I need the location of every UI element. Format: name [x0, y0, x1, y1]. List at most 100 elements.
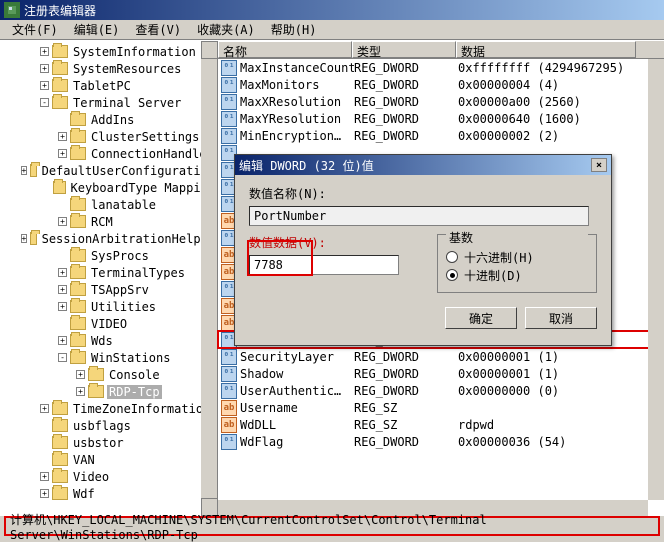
expand-icon[interactable]: + — [58, 268, 67, 277]
reg-sz-icon: ab — [221, 400, 237, 416]
reg-dword-icon: ⁰¹ — [221, 128, 237, 144]
expand-icon[interactable]: + — [40, 47, 49, 56]
list-header: 名称 类型 数据 — [218, 41, 664, 59]
cell-type: REG_DWORD — [354, 78, 458, 92]
tree-label: SystemResources — [71, 62, 183, 76]
cell-type: REG_SZ — [354, 418, 458, 432]
tree-item[interactable]: SysProcs — [4, 247, 217, 264]
list-row[interactable]: abWdDLLREG_SZrdpwd — [218, 416, 664, 433]
tree-item[interactable]: usbstor — [4, 434, 217, 451]
tree-item[interactable]: +Utilities — [4, 298, 217, 315]
expand-icon[interactable]: + — [40, 64, 49, 73]
list-row[interactable]: ⁰¹MaxInstanceCountREG_DWORD0xffffffff (4… — [218, 59, 664, 76]
expand-icon[interactable]: + — [40, 81, 49, 90]
tree-item[interactable]: + RCM — [4, 213, 217, 230]
menu-view[interactable]: 查看(V) — [127, 19, 189, 40]
tree-item[interactable]: +Console — [4, 366, 217, 383]
tree-item[interactable]: +Wds — [4, 332, 217, 349]
tree-item[interactable]: + SystemResources — [4, 60, 217, 77]
folder-icon — [52, 453, 68, 466]
list-row[interactable]: ⁰¹MaxMonitorsREG_DWORD0x00000004 (4) — [218, 76, 664, 93]
regedit-icon — [4, 2, 20, 18]
tree-item[interactable]: + TimeZoneInformation — [4, 400, 217, 417]
tree-item[interactable]: usbflags — [4, 417, 217, 434]
menu-file[interactable]: 文件(F) — [4, 19, 66, 40]
tree-label: Video — [71, 470, 111, 484]
window-titlebar: 注册表编辑器 — [0, 0, 664, 20]
tree-item[interactable]: AddIns — [4, 111, 217, 128]
menu-favorites[interactable]: 收藏夹(A) — [189, 19, 263, 40]
statusbar: 计算机\HKEY_LOCAL_MACHINE\SYSTEM\CurrentCon… — [4, 516, 660, 536]
tree-item[interactable]: VIDEO — [4, 315, 217, 332]
expand-icon[interactable]: + — [76, 387, 85, 396]
folder-icon — [70, 334, 86, 347]
col-header-name[interactable]: 名称 — [218, 41, 352, 58]
expand-icon[interactable]: + — [21, 166, 28, 175]
expand-icon[interactable]: + — [21, 234, 28, 243]
expand-icon[interactable]: + — [40, 472, 49, 481]
expand-icon[interactable]: + — [58, 149, 67, 158]
list-row[interactable]: ⁰¹MinEncryption…REG_DWORD0x00000002 (2) — [218, 127, 664, 144]
tree-label: TimeZoneInformation — [71, 402, 212, 416]
list-scrollbar-v[interactable] — [648, 59, 664, 500]
list-row[interactable]: ⁰¹SecurityLayerREG_DWORD0x00000001 (1) — [218, 348, 664, 365]
tree-item[interactable]: +ClusterSettings — [4, 128, 217, 145]
expand-icon[interactable]: + — [58, 302, 67, 311]
tree-item[interactable]: -Terminal Server — [4, 94, 217, 111]
expand-icon[interactable]: + — [58, 217, 67, 226]
tree-item[interactable]: -WinStations — [4, 349, 217, 366]
cancel-button[interactable]: 取消 — [525, 307, 597, 329]
expand-icon[interactable]: - — [40, 98, 49, 107]
menu-help[interactable]: 帮助(H) — [263, 19, 325, 40]
radix-hex-option[interactable]: 十六进制(H) — [446, 248, 588, 266]
col-header-data[interactable]: 数据 — [456, 41, 636, 58]
list-row[interactable]: ⁰¹MaxXResolutionREG_DWORD0x00000a00 (256… — [218, 93, 664, 110]
list-row[interactable]: ⁰¹WdFlagREG_DWORD0x00000036 (54) — [218, 433, 664, 450]
tree-item[interactable]: +ConnectionHandler — [4, 145, 217, 162]
list-row[interactable]: ⁰¹ShadowREG_DWORD0x00000001 (1) — [218, 365, 664, 382]
list-row[interactable]: ⁰¹UserAuthentic…REG_DWORD0x00000000 (0) — [218, 382, 664, 399]
tree-item[interactable]: +TabletPC — [4, 77, 217, 94]
tree-item[interactable]: KeyboardType Mapping — [4, 179, 217, 196]
tree-label: RCM — [89, 215, 115, 229]
cell-name: MaxXResolution — [240, 95, 354, 109]
tree-item[interactable]: +TerminalTypes — [4, 264, 217, 281]
tree-item[interactable]: VAN — [4, 451, 217, 468]
tree-label: SysProcs — [89, 249, 151, 263]
ok-button[interactable]: 确定 — [445, 307, 517, 329]
radix-dec-option[interactable]: 十进制(D) — [446, 266, 588, 284]
tree-item[interactable]: + Video — [4, 468, 217, 485]
cell-data: 0x00000001 (1) — [458, 350, 664, 364]
expand-icon[interactable]: - — [58, 353, 67, 362]
folder-icon — [70, 198, 86, 211]
menu-edit[interactable]: 编辑(E) — [66, 19, 128, 40]
expand-icon[interactable]: + — [40, 489, 49, 498]
tree-panel: +SystemInformation+SystemResources+Table… — [0, 41, 218, 516]
expand-icon[interactable]: + — [40, 404, 49, 413]
reg-sz-icon: ab — [221, 417, 237, 433]
tree-label: RDP-Tcp — [107, 385, 162, 399]
col-header-type[interactable]: 类型 — [352, 41, 456, 58]
folder-icon — [70, 266, 86, 279]
expand-icon[interactable]: + — [58, 336, 67, 345]
cell-name: MaxInstanceCount — [240, 61, 354, 75]
expand-icon[interactable]: + — [58, 285, 67, 294]
tree-item[interactable]: + RDP-Tcp — [4, 383, 217, 400]
tree-item[interactable]: lanatable — [4, 196, 217, 213]
list-row[interactable]: abUsernameREG_SZ — [218, 399, 664, 416]
list-row[interactable]: ⁰¹MaxYResolutionREG_DWORD0x00000640 (160… — [218, 110, 664, 127]
close-icon[interactable]: × — [591, 158, 607, 172]
tree-item[interactable]: +SessionArbitrationHelper — [4, 230, 217, 247]
dialog-titlebar[interactable]: 编辑 DWORD (32 位)值 × — [235, 155, 611, 175]
folder-icon — [52, 470, 68, 483]
tree-item[interactable]: + Wdf — [4, 485, 217, 502]
tree-scrollbar[interactable] — [201, 41, 217, 516]
tree-item[interactable]: +DefaultUserConfiguration — [4, 162, 217, 179]
tree-item[interactable]: +SystemInformation — [4, 43, 217, 60]
tree-item[interactable]: +TSAppSrv — [4, 281, 217, 298]
expand-icon[interactable]: + — [58, 132, 67, 141]
radix-group: 基数 十六进制(H) 十进制(D) — [437, 234, 597, 293]
tree-label: Wdf — [71, 487, 97, 501]
folder-icon — [52, 79, 68, 92]
expand-icon[interactable]: + — [76, 370, 85, 379]
